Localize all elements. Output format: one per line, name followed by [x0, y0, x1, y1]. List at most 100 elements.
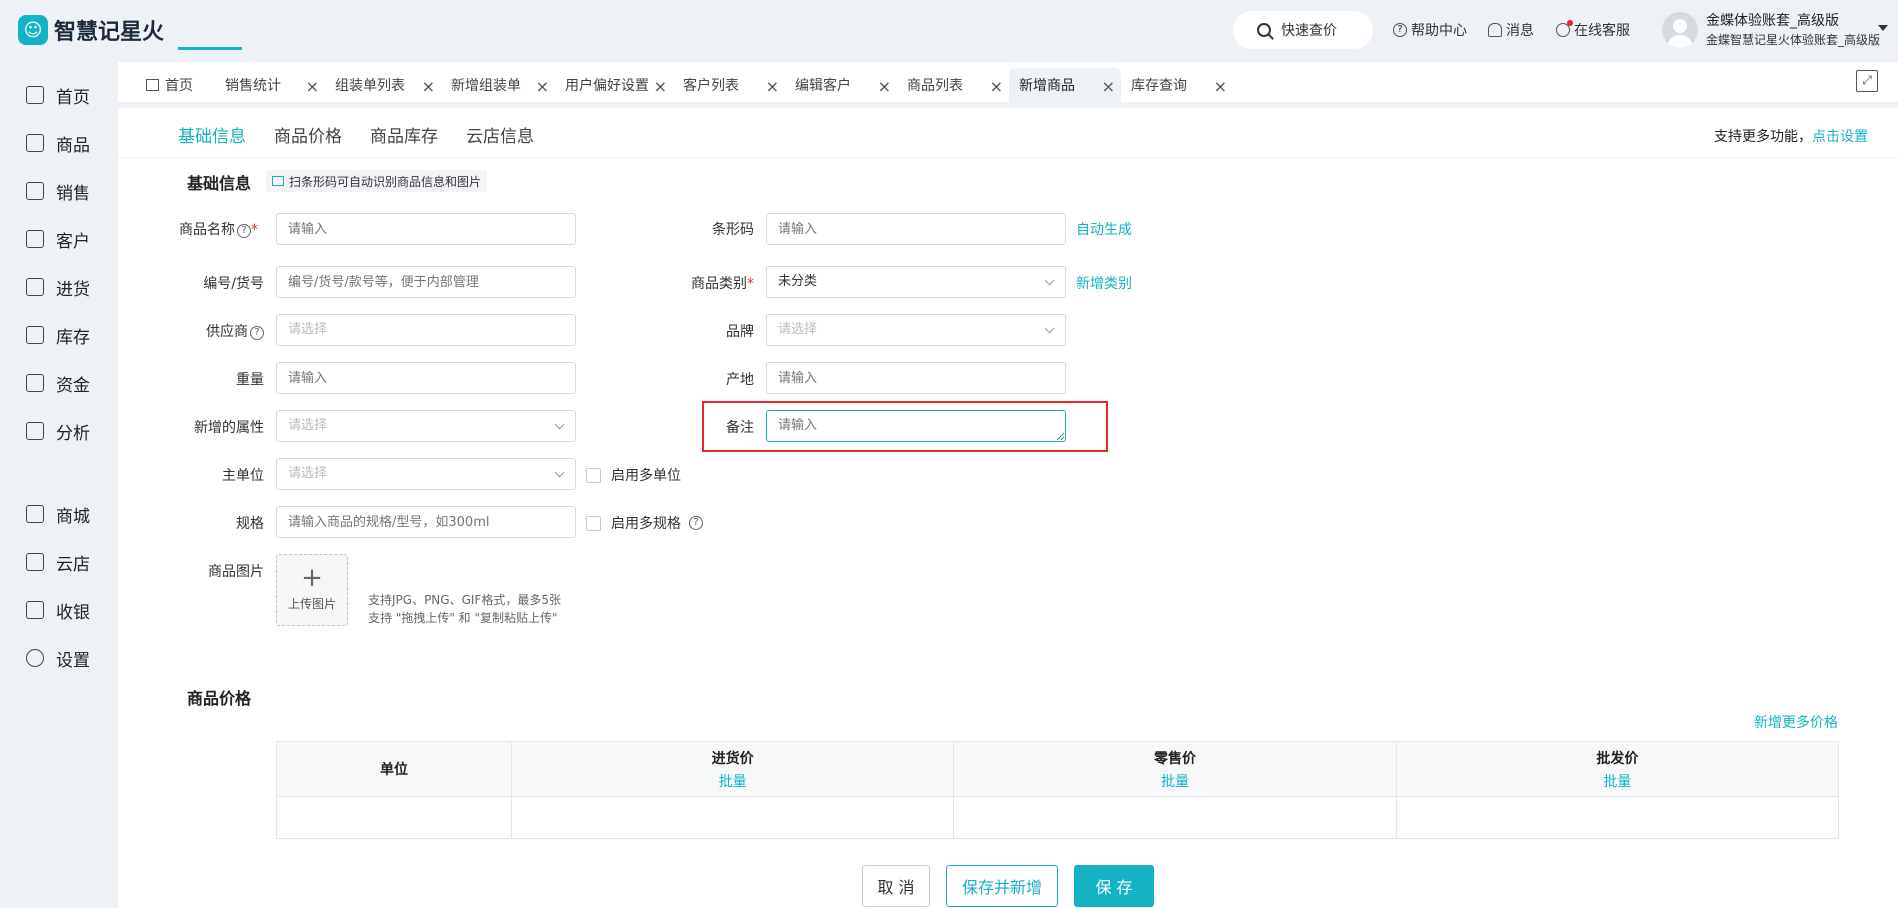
sidebar-item-purchase[interactable]: 进货: [26, 275, 90, 300]
quick-query-button[interactable]: 快速查价: [1233, 11, 1373, 49]
sidebar-item-mall[interactable]: 商城: [26, 502, 90, 527]
help-icon[interactable]: ?: [250, 326, 264, 340]
main-unit-placeholder: 请选择: [288, 466, 328, 481]
sales-icon: [26, 182, 44, 200]
close-icon[interactable]: ×: [1102, 77, 1115, 96]
checkbox[interactable]: [586, 515, 601, 531]
new-category-link[interactable]: 新增类别: [1076, 273, 1132, 293]
settings-icon: [26, 649, 44, 667]
messages-link[interactable]: 消息: [1488, 20, 1534, 40]
tab-assembly-list[interactable]: 组装单列表 ×: [325, 68, 441, 102]
multi-unit-checkbox[interactable]: 启用多单位: [586, 465, 681, 485]
code-input[interactable]: [276, 266, 576, 298]
user-account: 金蝶智慧记星火体验账套_高级版: [1706, 33, 1881, 47]
tab-new-product[interactable]: 新增商品 ×: [1009, 68, 1121, 102]
category-value: 未分类: [778, 274, 818, 289]
add-more-price-link[interactable]: 新增更多价格: [1754, 712, 1838, 732]
sidebar-item-label: 商城: [56, 506, 90, 527]
sidebar-item-home[interactable]: 首页: [26, 83, 90, 108]
batch-link[interactable]: 批量: [1397, 771, 1838, 791]
save-and-new-button[interactable]: 保存并新增: [946, 865, 1058, 907]
retail-price-cell[interactable]: [953, 796, 1397, 839]
sidebar-item-label: 资金: [56, 375, 90, 396]
subtab-cloud-store[interactable]: 云店信息: [466, 122, 534, 147]
stock-icon: [26, 326, 44, 344]
wholesale-price-cell[interactable]: [1395, 796, 1840, 839]
upload-image-button[interactable]: + 上传图片: [276, 554, 348, 626]
product-name-input[interactable]: [276, 213, 576, 245]
sidebar-item-settings[interactable]: 设置: [26, 646, 90, 671]
cloud-store-icon: [26, 553, 44, 571]
barcode-input[interactable]: [766, 213, 1066, 245]
unit-cell[interactable]: [276, 796, 512, 839]
batch-link[interactable]: 批量: [954, 771, 1395, 791]
col-unit: 单位: [276, 741, 512, 797]
mall-icon: [26, 505, 44, 523]
spec-input[interactable]: [276, 506, 576, 538]
batch-link[interactable]: 批量: [512, 771, 953, 791]
attribute-select[interactable]: 请选择: [276, 410, 576, 442]
help-center-link[interactable]: ? 帮助中心: [1393, 20, 1467, 40]
sidebar-item-label: 云店: [56, 554, 90, 575]
tab-customer-list[interactable]: 客户列表 ×: [673, 68, 785, 102]
basic-info-title: 基础信息: [187, 174, 252, 193]
auto-generate-link[interactable]: 自动生成: [1076, 219, 1132, 239]
sidebar-item-label: 设置: [56, 650, 90, 671]
fullscreen-icon[interactable]: ⤢: [1856, 70, 1878, 92]
sidebar-item-customer[interactable]: 客户: [26, 227, 90, 252]
tab-product-list[interactable]: 商品列表 ×: [897, 68, 1009, 102]
tab-user-preferences[interactable]: 用户偏好设置 ×: [555, 68, 673, 102]
subtab-stock[interactable]: 商品库存: [370, 122, 438, 147]
help-icon[interactable]: ?: [689, 516, 703, 530]
sidebar-item-cloud-store[interactable]: 云店: [26, 550, 90, 575]
sidebar-item-product[interactable]: 商品: [26, 131, 90, 156]
avatar[interactable]: [1662, 12, 1698, 48]
sidebar-item-fund[interactable]: 资金: [26, 371, 90, 396]
brand-select[interactable]: 请选择: [766, 314, 1066, 346]
sub-tabs: 基础信息 商品价格 商品库存 云店信息: [118, 108, 1898, 158]
online-service-link[interactable]: 在线客服: [1556, 20, 1630, 40]
table-row: [276, 796, 1840, 839]
origin-input[interactable]: [766, 362, 1066, 394]
tab-sales-stats[interactable]: 销售统计 ×: [215, 68, 325, 102]
close-icon[interactable]: ×: [422, 77, 435, 96]
close-icon[interactable]: ×: [878, 77, 891, 96]
multi-spec-checkbox[interactable]: 启用多规格?: [586, 513, 703, 533]
supplier-label: 供应商?: [144, 321, 264, 341]
chevron-down-icon[interactable]: [1878, 25, 1888, 31]
close-icon[interactable]: ×: [654, 77, 667, 96]
cancel-button[interactable]: 取 消: [862, 865, 930, 907]
app-logo[interactable]: ☺ 智慧记星火: [18, 14, 164, 46]
help-icon[interactable]: ?: [237, 224, 251, 238]
tab-new-assembly[interactable]: 新增组装单 ×: [441, 68, 555, 102]
close-icon[interactable]: ×: [990, 77, 1003, 96]
user-name[interactable]: 金蝶体验账套_高级版: [1706, 10, 1839, 30]
close-icon[interactable]: ×: [306, 77, 319, 96]
tab-edit-customer[interactable]: 编辑客户 ×: [785, 68, 897, 102]
sidebar-item-cashier[interactable]: 收银: [26, 598, 90, 623]
sidebar-item-stock[interactable]: 库存: [26, 323, 90, 348]
tab-stock-query[interactable]: 库存查询 ×: [1121, 68, 1233, 102]
col-retail-price: 零售价 批量: [953, 741, 1397, 797]
subtab-basic[interactable]: 基础信息: [178, 122, 246, 147]
highlight-box: [702, 401, 1108, 452]
subtab-price[interactable]: 商品价格: [274, 122, 342, 147]
close-icon[interactable]: ×: [766, 77, 779, 96]
click-settings-link[interactable]: 点击设置: [1812, 129, 1868, 145]
sidebar-item-sales[interactable]: 销售: [26, 179, 90, 204]
main-unit-select[interactable]: 请选择: [276, 458, 576, 490]
tab-bar: 首页 销售统计 × 组装单列表 × 新增组装单 × 用户偏好设置 × 客户列表 × 编辑客…: [118, 62, 1898, 102]
save-button[interactable]: 保 存: [1074, 865, 1154, 907]
sidebar-item-analysis[interactable]: 分析: [26, 419, 90, 444]
cashier-icon: [26, 601, 44, 619]
category-select[interactable]: 未分类: [766, 266, 1066, 298]
close-icon[interactable]: ×: [1214, 77, 1227, 96]
tab-home[interactable]: 首页: [136, 68, 226, 102]
checkbox[interactable]: [586, 467, 601, 483]
tab-label: 客户列表: [683, 78, 739, 94]
col-wholesale-price: 批发价 批量: [1395, 741, 1840, 797]
purchase-price-cell[interactable]: [510, 796, 955, 839]
weight-input[interactable]: [276, 362, 576, 394]
close-icon[interactable]: ×: [536, 77, 549, 96]
supplier-select[interactable]: 请选择: [276, 314, 576, 346]
